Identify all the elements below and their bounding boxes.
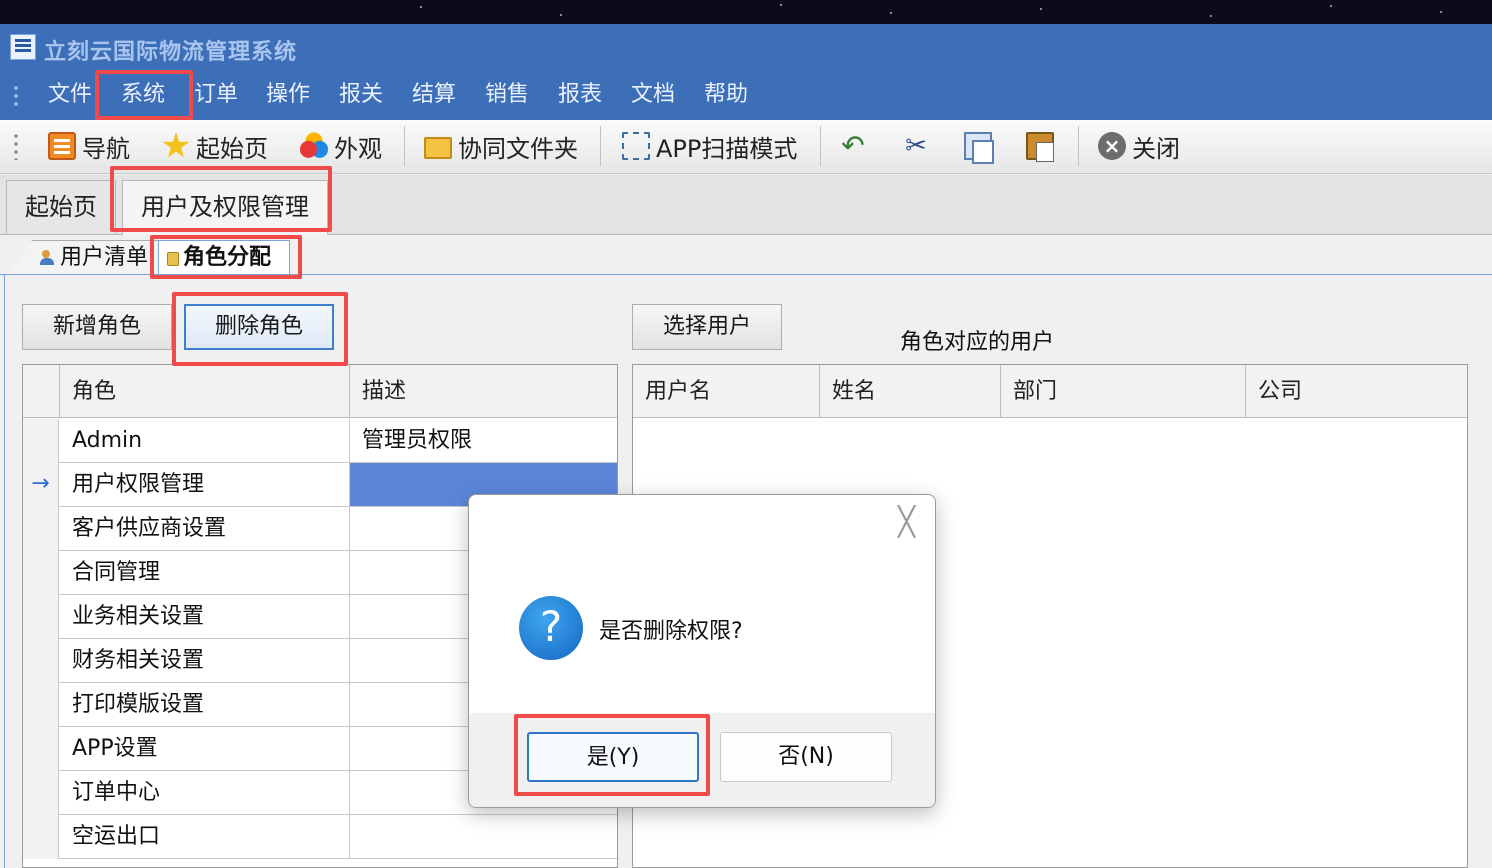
subtab-role-assignment[interactable]: 角色分配 [158, 240, 290, 274]
nav-label: 导航 [82, 134, 130, 163]
menu-documents[interactable]: 文档 [631, 80, 675, 110]
shared-folder-button[interactable]: 协同文件夹 [424, 128, 578, 164]
subtab-role-assignment-label: 角色分配 [183, 244, 272, 270]
users-icon [40, 249, 56, 266]
close-label: 关闭 [1132, 134, 1180, 163]
column-header-username[interactable]: 用户名 [633, 365, 820, 418]
subtab-user-list-label: 用户清单 [60, 244, 149, 270]
menu-operation[interactable]: 操作 [266, 80, 310, 110]
select-user-button[interactable]: 选择用户 [632, 304, 782, 350]
navigation-icon [48, 132, 76, 160]
paste-button[interactable] [1026, 128, 1054, 164]
column-header-role[interactable]: 角色 [60, 365, 350, 418]
cell-role[interactable]: 财务相关设置 [60, 639, 350, 682]
dialog-no-button[interactable]: 否(N) [720, 732, 892, 782]
menu-system[interactable]: 系统 [121, 80, 165, 110]
toolbar-separator [820, 126, 821, 166]
row-selector[interactable] [23, 551, 59, 595]
undo-button[interactable]: ↶ [838, 128, 868, 164]
os-top-bar [0, 0, 1492, 24]
column-header-description[interactable]: 描述 [350, 365, 617, 418]
close-icon: × [1098, 132, 1126, 160]
copy-button[interactable] [964, 128, 994, 164]
confirm-delete-dialog: ╳ ? 是否删除权限? 是(Y) 否(N) [468, 494, 936, 808]
dialog-yes-button[interactable]: 是(Y) [527, 732, 699, 782]
start-page-label: 起始页 [196, 134, 268, 163]
toolbar-grip-icon[interactable] [14, 132, 18, 160]
menu-file[interactable]: 文件 [48, 80, 92, 110]
toolbar-separator [404, 126, 405, 166]
menu-settlement[interactable]: 结算 [412, 80, 456, 110]
app-title: 立刻云国际物流管理系统 [44, 40, 298, 65]
row-selector[interactable] [23, 507, 59, 551]
column-header-department[interactable]: 部门 [1001, 365, 1246, 418]
cell-role[interactable]: 业务相关设置 [60, 595, 350, 638]
cell-role[interactable]: APP设置 [60, 727, 350, 770]
cell-description[interactable]: 管理员权限 [350, 419, 617, 462]
question-icon: ? [519, 596, 583, 660]
row-selector[interactable] [23, 419, 59, 463]
dialog-close-icon[interactable]: ╳ [898, 505, 915, 538]
row-selector[interactable]: → [23, 463, 59, 507]
app-logo-icon [10, 34, 36, 60]
app-scan-button[interactable]: APP扫描模式 [622, 128, 797, 164]
table-row[interactable]: 空运出口 [23, 815, 617, 859]
grid-corner-header [23, 365, 60, 418]
start-page-button[interactable]: 起始页 [162, 128, 268, 164]
appearance-button[interactable]: 外观 [300, 128, 382, 164]
delete-role-button[interactable]: 删除角色 [184, 304, 334, 350]
app-scan-label: APP扫描模式 [656, 134, 798, 163]
row-selector[interactable] [23, 639, 59, 683]
row-selector[interactable] [23, 727, 59, 771]
scan-icon [622, 132, 650, 160]
row-selector[interactable] [23, 771, 59, 815]
appearance-label: 外观 [334, 134, 382, 163]
row-selector[interactable] [23, 683, 59, 727]
cell-role[interactable]: 订单中心 [60, 771, 350, 814]
cell-role[interactable]: 客户供应商设置 [60, 507, 350, 550]
cut-icon: ✂ [905, 131, 927, 161]
column-header-company[interactable]: 公司 [1246, 365, 1467, 418]
star-icon [162, 132, 190, 158]
undo-icon: ↶ [841, 129, 865, 162]
nav-button[interactable]: 导航 [48, 128, 130, 164]
cut-button[interactable]: ✂ [902, 128, 930, 164]
menu-customs[interactable]: 报关 [339, 80, 383, 110]
tab-user-permission-management[interactable]: 用户及权限管理 [122, 180, 328, 236]
close-button[interactable]: × 关闭 [1098, 128, 1180, 164]
cell-role[interactable]: 空运出口 [60, 815, 350, 858]
role-users-title: 角色对应的用户 [900, 330, 1055, 355]
column-header-name[interactable]: 姓名 [820, 365, 1001, 418]
menu-grip-icon[interactable] [14, 84, 18, 108]
row-selector[interactable] [23, 815, 59, 859]
subtab-user-list[interactable]: 用户清单 [10, 240, 160, 274]
folder-icon [424, 137, 452, 159]
cell-description[interactable] [350, 815, 617, 858]
menu-sales[interactable]: 销售 [485, 80, 529, 110]
toolbar-separator [600, 126, 601, 166]
row-selector[interactable] [23, 595, 59, 639]
menu-help[interactable]: 帮助 [704, 80, 748, 110]
add-role-button[interactable]: 新增角色 [22, 304, 172, 350]
menu-reports[interactable]: 报表 [558, 80, 602, 110]
cell-role[interactable]: 用户权限管理 [60, 463, 350, 506]
cell-role[interactable]: 打印模版设置 [60, 683, 350, 726]
toolbar-separator [1078, 126, 1079, 166]
dialog-message: 是否删除权限? [599, 619, 743, 644]
lock-icon [167, 251, 179, 266]
tab-start-page[interactable]: 起始页 [6, 180, 116, 234]
cell-role[interactable]: Admin [60, 419, 350, 462]
copy-icon [964, 132, 994, 164]
table-row[interactable]: Admin 管理员权限 [23, 419, 617, 463]
cell-role[interactable]: 合同管理 [60, 551, 350, 594]
appearance-icon [300, 132, 328, 160]
menu-order[interactable]: 订单 [194, 80, 238, 110]
paste-icon [1026, 132, 1054, 162]
shared-folder-label: 协同文件夹 [458, 134, 578, 163]
